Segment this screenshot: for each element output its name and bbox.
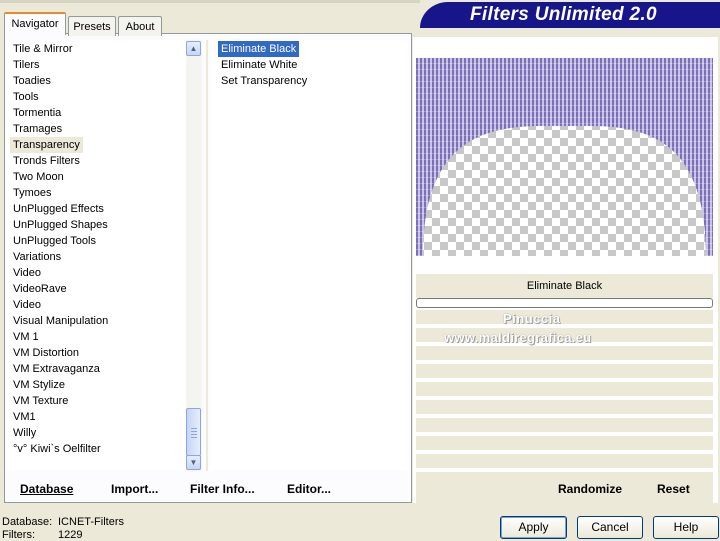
title-strip xyxy=(0,0,420,3)
apply-button[interactable]: Apply xyxy=(500,516,567,539)
app-title: Filters Unlimited 2.0 xyxy=(470,4,657,25)
watermark-url: www.maldiregrafica.eu xyxy=(444,330,592,345)
filter-item[interactable]: Eliminate Black xyxy=(218,41,300,57)
preview-image xyxy=(416,58,713,256)
parameter-slot xyxy=(416,382,713,396)
list-divider xyxy=(206,40,208,471)
status-database: Database: ICNET-Filters xyxy=(2,516,124,528)
category-item[interactable]: Transparency xyxy=(10,137,83,153)
preview-svg xyxy=(416,58,713,256)
category-item[interactable]: Visual Manipulation xyxy=(10,313,111,329)
scroll-thumb[interactable] xyxy=(186,408,201,456)
parameter-slot xyxy=(416,454,713,468)
parameter-slot xyxy=(416,310,713,324)
category-item[interactable]: VM 1 xyxy=(10,329,42,345)
chevron-up-icon: ▲ xyxy=(189,44,198,53)
category-item[interactable]: VM Texture xyxy=(10,393,71,409)
grip-line xyxy=(191,434,197,435)
preview-caption: Eliminate Black xyxy=(416,274,713,298)
filter-item[interactable]: Eliminate White xyxy=(218,57,300,73)
category-item[interactable]: Tronds Filters xyxy=(10,153,83,169)
category-item[interactable]: Tilers xyxy=(10,57,42,73)
category-item[interactable]: Video xyxy=(10,265,44,281)
status-database-value: ICNET-Filters xyxy=(58,516,124,528)
category-item[interactable]: UnPlugged Effects xyxy=(10,201,107,217)
category-item[interactable]: Tile & Mirror xyxy=(10,41,75,57)
grip-line xyxy=(191,437,197,438)
status-filters-value: 1229 xyxy=(58,529,83,541)
category-item[interactable]: Tormentia xyxy=(10,105,64,121)
parameter-slot xyxy=(416,346,713,360)
category-list[interactable]: Tile & Mirror Tilers Toadies Tools Tormentia… xyxy=(6,40,186,470)
scroll-down-button[interactable]: ▼ xyxy=(186,455,201,470)
cancel-button[interactable]: Cancel xyxy=(577,516,643,539)
import-label: Import... xyxy=(111,482,159,496)
category-item[interactable]: Variations xyxy=(10,249,64,265)
tab-navigator[interactable]: Navigator xyxy=(4,12,66,35)
category-item[interactable]: VM Stylize xyxy=(10,377,68,393)
category-item[interactable]: VM Distortion xyxy=(10,345,82,361)
category-scrollbar[interactable]: ▲ ▼ xyxy=(186,40,202,471)
import-button[interactable]: Import... xyxy=(111,482,158,496)
parameter-slot xyxy=(416,436,713,450)
category-item[interactable]: Willy xyxy=(10,425,39,441)
progress-bar xyxy=(416,298,713,308)
filter-info-label: Filter Info... xyxy=(190,482,255,496)
grip-line xyxy=(191,431,197,432)
tab-presets[interactable]: Presets xyxy=(68,16,116,36)
category-item[interactable]: Tramages xyxy=(10,121,65,137)
editor-button[interactable]: Editor... xyxy=(287,482,331,496)
reset-button[interactable]: Reset xyxy=(657,482,690,496)
category-item[interactable]: VM Extravaganza xyxy=(10,361,103,377)
category-item[interactable]: UnPlugged Tools xyxy=(10,233,99,249)
randomize-button[interactable]: Randomize xyxy=(558,482,622,496)
category-item[interactable]: VM1 xyxy=(10,409,39,425)
status-filters-label: Filters: xyxy=(2,529,35,541)
status-database-label: Database: xyxy=(2,516,53,528)
category-item[interactable]: Two Moon xyxy=(10,169,67,185)
help-button[interactable]: Help xyxy=(653,516,719,539)
parameter-slot xyxy=(416,418,713,432)
grip-line xyxy=(191,428,197,429)
chevron-down-icon: ▼ xyxy=(189,458,198,467)
parameter-slot xyxy=(416,364,713,378)
category-item[interactable]: Tymoes xyxy=(10,185,55,201)
category-item[interactable]: °v° Kiwi`s Oelfilter xyxy=(10,441,104,457)
scroll-up-button[interactable]: ▲ xyxy=(186,41,201,56)
category-item[interactable]: VideoRave xyxy=(10,281,70,297)
filter-list[interactable]: Eliminate Black Eliminate White Set Transp… xyxy=(210,40,408,470)
watermark-name: Pinuccia xyxy=(503,311,561,326)
status-filters: Filters: 1229 xyxy=(2,529,82,541)
database-button[interactable]: Database xyxy=(20,482,73,496)
editor-label: Editor... xyxy=(287,482,332,496)
filter-info-button[interactable]: Filter Info... xyxy=(190,482,255,496)
database-label: Database xyxy=(20,482,74,496)
category-item[interactable]: Toadies xyxy=(10,73,54,89)
tab-about[interactable]: About xyxy=(118,16,162,36)
filter-item[interactable]: Set Transparency xyxy=(218,73,310,89)
category-item[interactable]: UnPlugged Shapes xyxy=(10,217,111,233)
parameter-slot xyxy=(416,400,713,414)
category-item[interactable]: Tools xyxy=(10,89,42,105)
category-item[interactable]: Video xyxy=(10,297,44,313)
